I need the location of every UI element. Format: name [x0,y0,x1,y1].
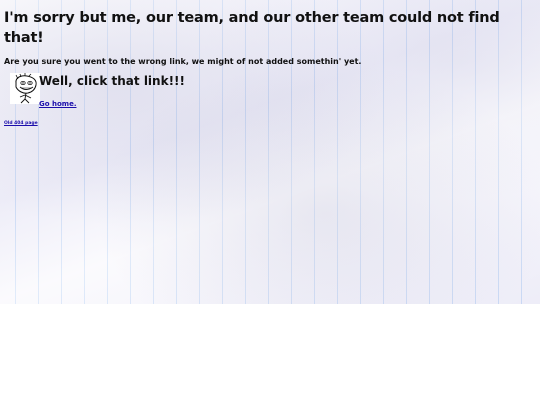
rage-face-icon [10,73,40,104]
home-section: Well, click that link!!! Go home. [4,73,536,109]
go-home-link[interactable]: Go home. [39,100,77,108]
section-heading: Well, click that link!!! [39,74,185,88]
error-subtitle: Are you sure you went to the wrong link,… [4,57,362,66]
error-content: I'm sorry but me, our team, and our othe… [4,8,536,128]
page-title: I'm sorry but me, our team, and our othe… [4,10,500,46]
old-404-page-link[interactable]: Old 404 page [4,121,38,126]
